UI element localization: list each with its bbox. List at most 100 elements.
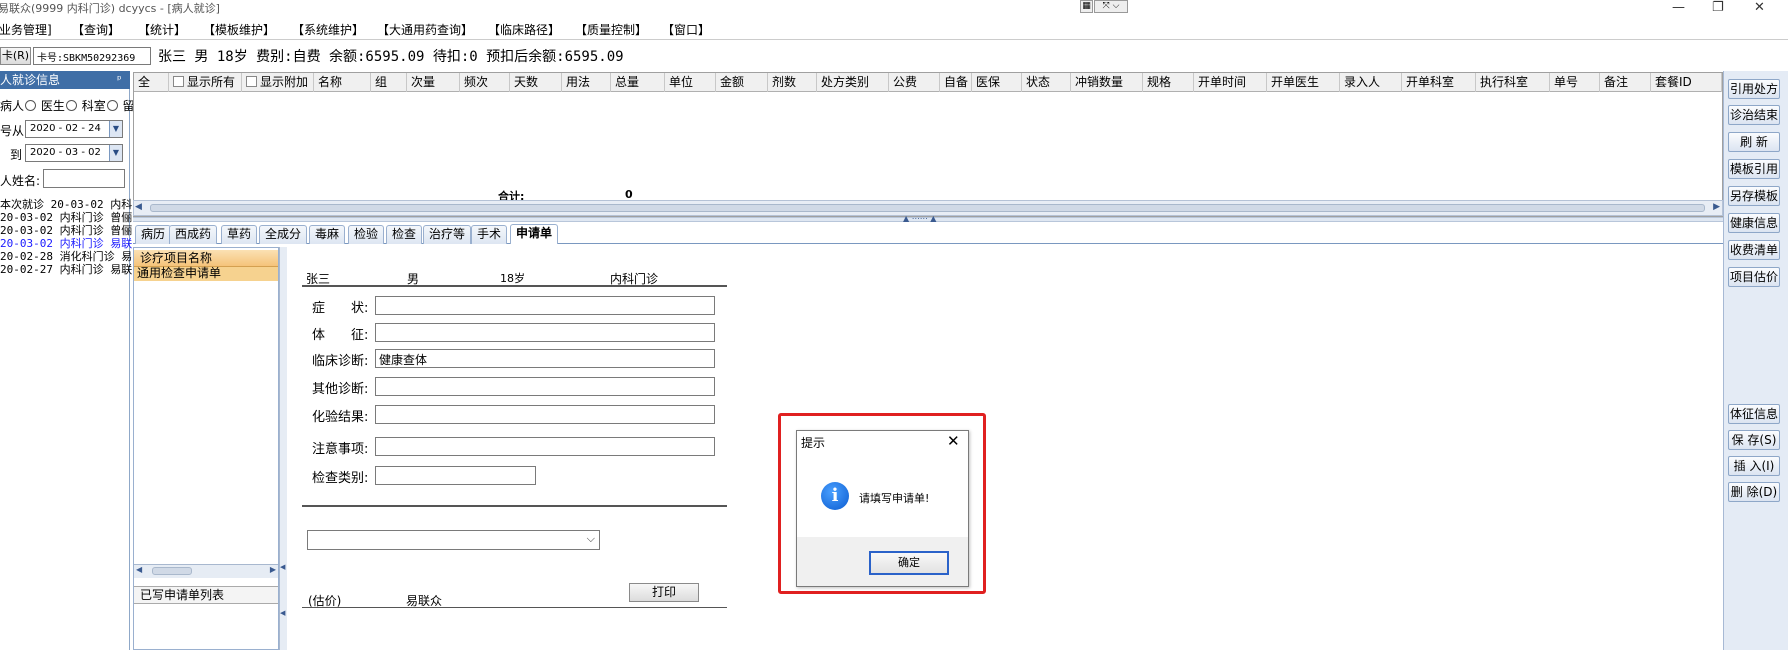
scroll-thumb[interactable] <box>152 567 192 575</box>
save-as-template-button[interactable]: 另存模板 <box>1728 186 1780 206</box>
tab-exam[interactable]: 检查 <box>386 225 423 244</box>
menu-drug-query[interactable]: 【大通用药查询】 <box>377 21 473 38</box>
grid-view-icon[interactable]: ▦ <box>1080 0 1093 13</box>
pin-icon[interactable]: ᵖ <box>117 71 122 89</box>
tab-full-ingredients[interactable]: 全成分 <box>259 225 308 244</box>
menu-stats[interactable]: 【统计】 <box>138 21 186 38</box>
charge-list-button[interactable]: 收费清单 <box>1728 240 1780 260</box>
read-card-button[interactable]: 卡(R) <box>0 47 31 65</box>
collapse-arrow-icon[interactable]: ◀ <box>280 609 285 617</box>
close-window-button[interactable]: ✕ <box>1754 0 1765 15</box>
print-button[interactable]: 打印 <box>629 583 699 602</box>
end-diagnosis-button[interactable]: 诊治结束 <box>1728 105 1780 125</box>
col-package-id[interactable]: 套餐ID <box>1651 73 1722 92</box>
show-all-checkbox[interactable] <box>173 76 184 87</box>
scroll-right-icon[interactable]: ▶ <box>1713 202 1720 212</box>
tab-surgery[interactable]: 手术 <box>471 225 508 244</box>
template-select[interactable]: ⌵ <box>307 530 600 550</box>
tab-record[interactable]: 病历 <box>135 225 172 244</box>
col-days[interactable]: 天数 <box>510 73 562 92</box>
refresh-button[interactable]: 刷 新 <box>1728 132 1780 152</box>
col-status[interactable]: 状态 <box>1022 73 1071 92</box>
col-amount[interactable]: 金额 <box>716 73 768 92</box>
tab-application[interactable]: 申请单 <box>510 224 559 244</box>
item-panel-splitter[interactable]: ◀ ◀ <box>279 247 287 650</box>
tab-narcotics[interactable]: 毒麻 <box>309 225 346 244</box>
item-list-hscroll[interactable]: ◀ ▶ <box>134 564 278 578</box>
date-to-picker[interactable]: 2020 - 03 - 02 ▼ <box>25 144 123 162</box>
visit-row[interactable]: 20-02-27 内科门诊 易联 <box>0 263 132 276</box>
tab-lab[interactable]: 检验 <box>348 225 385 244</box>
tab-treatment[interactable]: 治疗等 <box>423 225 472 244</box>
col-name[interactable]: 名称 <box>314 73 371 92</box>
radio-patient[interactable] <box>25 100 37 111</box>
scroll-right-icon[interactable]: ▶ <box>270 565 276 574</box>
template-cite-button[interactable]: 模板引用 <box>1728 159 1780 179</box>
col-rx-type[interactable]: 处方类别 <box>817 73 889 92</box>
col-frequency[interactable]: 频次 <box>460 73 510 92</box>
col-self[interactable]: 自备 <box>940 73 972 92</box>
col-entered-by[interactable]: 录入人 <box>1340 73 1402 92</box>
col-note[interactable]: 备注 <box>1600 73 1651 92</box>
col-show-all[interactable]: 显示所有 <box>169 73 242 92</box>
cite-prescription-button[interactable]: 引用处方 <box>1728 79 1780 99</box>
col-exec-dept[interactable]: 执行科室 <box>1476 73 1550 92</box>
lab-result-field[interactable] <box>375 405 715 424</box>
col-unit[interactable]: 单位 <box>665 73 716 92</box>
close-icon[interactable]: ✕ <box>947 432 960 450</box>
collapse-arrow-icon[interactable]: ◀ <box>280 563 285 571</box>
tab-western-medicine[interactable]: 西成药 <box>169 225 218 244</box>
radio-dept[interactable] <box>106 100 118 111</box>
insert-button[interactable]: 插 入(I) <box>1728 456 1780 476</box>
card-number-field[interactable]: 卡号:SBKM50292369 <box>33 47 151 65</box>
menu-system[interactable]: 【系统维护】 <box>292 21 364 38</box>
scroll-left-icon[interactable]: ◀ <box>136 565 142 574</box>
ok-button[interactable]: 确定 <box>869 551 949 575</box>
date-from-dropdown-icon[interactable]: ▼ <box>109 121 122 137</box>
col-insurance[interactable]: 医保 <box>972 73 1022 92</box>
save-button[interactable]: 保 存(S) <box>1728 430 1780 450</box>
visit-row[interactable]: 20-03-02 内科门诊 易联 <box>0 237 132 250</box>
col-order-no[interactable]: 单号 <box>1550 73 1600 92</box>
symptom-field[interactable] <box>375 296 715 315</box>
sign-field[interactable] <box>375 323 715 342</box>
visit-row[interactable]: 20-02-28 消化科门诊 易 <box>0 250 132 263</box>
menu-query[interactable]: 【查询】 <box>72 21 120 38</box>
exam-type-field[interactable] <box>375 466 536 485</box>
col-show-extra[interactable]: 显示附加 <box>242 73 314 92</box>
visit-row[interactable]: 20-03-02 内科门诊 曾俪 <box>0 211 132 224</box>
col-doses[interactable]: 剂数 <box>768 73 817 92</box>
restore-button[interactable]: ❐ <box>1712 0 1724 15</box>
chevron-down-icon[interactable]: ⌵ <box>587 532 595 546</box>
col-writeoff[interactable]: 冲销数量 <box>1071 73 1143 92</box>
clinical-diagnosis-field[interactable]: 健康查体 <box>375 349 715 368</box>
selected-item[interactable]: 通用检查申请单 <box>134 267 278 281</box>
other-diagnosis-field[interactable] <box>375 377 715 396</box>
date-to-dropdown-icon[interactable]: ▼ <box>109 145 122 161</box>
menu-window[interactable]: 【窗口】 <box>662 21 710 38</box>
show-extra-checkbox[interactable] <box>246 76 257 87</box>
expand-dropdown-icon[interactable]: ⤧ ⌵ <box>1094 0 1128 13</box>
visit-row[interactable]: 20-03-02 内科门诊 曾俪 <box>0 224 132 237</box>
col-public[interactable]: 公费 <box>889 73 940 92</box>
menu-clinical-path[interactable]: 【临床路径】 <box>488 21 560 38</box>
minimize-button[interactable]: — <box>1672 0 1685 15</box>
col-select-all[interactable]: 全 <box>134 73 169 92</box>
col-open-dept[interactable]: 开单科室 <box>1402 73 1476 92</box>
tab-herbal[interactable]: 草药 <box>221 225 258 244</box>
vital-signs-button[interactable]: 体征信息 <box>1728 404 1780 424</box>
menu-business[interactable]: 业务管理] <box>0 21 52 38</box>
col-open-doctor[interactable]: 开单医生 <box>1267 73 1340 92</box>
menu-quality[interactable]: 【质量控制】 <box>575 21 647 38</box>
col-group[interactable]: 组 <box>371 73 407 92</box>
col-open-time[interactable]: 开单时间 <box>1194 73 1267 92</box>
visit-row[interactable]: 本次就诊 20-03-02 内科 <box>0 198 132 211</box>
health-info-button[interactable]: 健康信息 <box>1728 213 1780 233</box>
patient-name-input[interactable] <box>43 169 125 188</box>
notes-field[interactable] <box>375 437 715 456</box>
item-estimate-button[interactable]: 项目估价 <box>1728 267 1780 287</box>
scroll-thumb[interactable] <box>150 204 1705 212</box>
col-spec[interactable]: 规格 <box>1143 73 1194 92</box>
radio-doctor[interactable] <box>65 100 77 111</box>
col-usage[interactable]: 用法 <box>562 73 611 92</box>
